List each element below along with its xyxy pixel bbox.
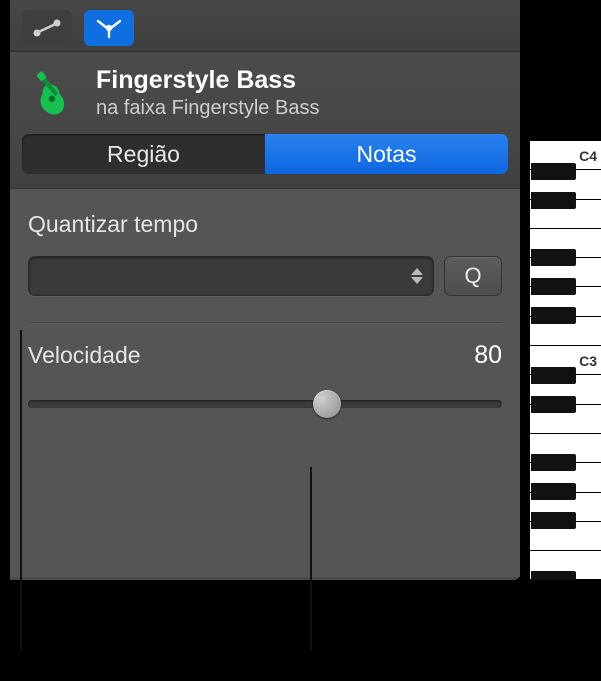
- region-subtitle: na faixa Fingerstyle Bass: [96, 97, 319, 120]
- inspector-panel: Fingerstyle Bass na faixa Fingerstyle Ba…: [10, 0, 520, 580]
- tab-region[interactable]: Região: [22, 134, 265, 174]
- quantize-select-wrap: [28, 256, 434, 296]
- instrument-icon: [24, 66, 78, 120]
- midi-split-icon: [94, 17, 124, 39]
- divider: [28, 322, 502, 323]
- quantize-row: Q: [28, 256, 502, 296]
- black-key[interactable]: [531, 454, 576, 471]
- callout-line: [310, 467, 312, 650]
- black-key[interactable]: [531, 483, 576, 500]
- black-key[interactable]: [531, 571, 576, 580]
- black-key[interactable]: [531, 307, 576, 324]
- velocity-label: Velocidade: [28, 342, 141, 369]
- black-key[interactable]: [531, 163, 576, 180]
- piano-ruler[interactable]: C4 C3: [529, 141, 601, 580]
- callout-line: [20, 330, 22, 650]
- midi-mode-button[interactable]: [84, 10, 134, 46]
- black-key[interactable]: [531, 396, 576, 413]
- black-key[interactable]: [531, 367, 576, 384]
- quantize-label: Quantizar tempo: [28, 211, 502, 238]
- black-key[interactable]: [531, 249, 576, 266]
- editor-toolbar: [10, 0, 520, 52]
- quantize-select[interactable]: [28, 256, 434, 296]
- black-key[interactable]: [531, 192, 576, 209]
- automation-mode-button[interactable]: [22, 10, 72, 46]
- region-title: Fingerstyle Bass: [96, 66, 319, 95]
- tab-notes[interactable]: Notas: [265, 134, 508, 174]
- slider-track: [28, 400, 502, 408]
- inspector-body: Quantizar tempo Q Velocidade 80: [10, 189, 520, 577]
- segmented-row: Região Notas: [10, 134, 520, 189]
- inspector-segmented: Região Notas: [22, 134, 508, 174]
- quantize-apply-button[interactable]: Q: [444, 256, 502, 296]
- black-key[interactable]: [531, 512, 576, 529]
- region-header: Fingerstyle Bass na faixa Fingerstyle Ba…: [10, 52, 520, 134]
- velocity-slider[interactable]: [28, 390, 502, 418]
- guitar-icon: [26, 68, 76, 118]
- automation-icon: [32, 17, 62, 39]
- key-label-c4: C4: [579, 148, 597, 164]
- chevron-updown-icon: [408, 264, 426, 288]
- velocity-value: 80: [474, 341, 502, 370]
- slider-thumb[interactable]: [313, 390, 341, 418]
- black-key[interactable]: [531, 278, 576, 295]
- key-label-c3: C3: [579, 353, 597, 369]
- velocity-row: Velocidade 80: [28, 341, 502, 370]
- header-text: Fingerstyle Bass na faixa Fingerstyle Ba…: [96, 66, 319, 120]
